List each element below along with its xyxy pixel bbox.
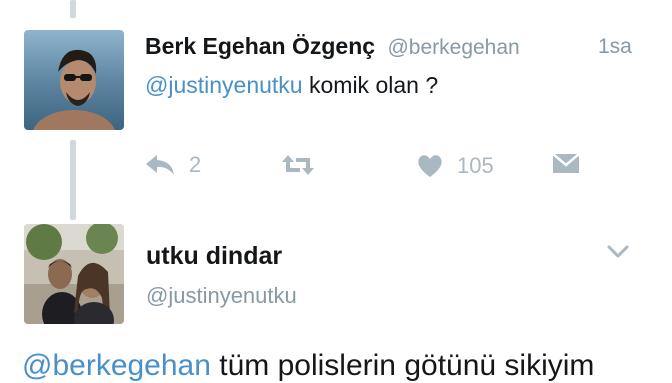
- tweet-body: tüm polislerin götünü sikiyim: [210, 349, 595, 382]
- thread-line-middle: [70, 140, 76, 220]
- reply-button[interactable]: 2: [145, 152, 201, 178]
- heart-icon: [417, 154, 443, 178]
- user-handle[interactable]: @berkegehan: [387, 36, 519, 59]
- avatar[interactable]: [24, 224, 124, 324]
- tweet-text: @justinyenutku komik olan ?: [145, 72, 438, 99]
- display-name[interactable]: utku dindar: [146, 242, 282, 271]
- reply-icon: [145, 153, 175, 177]
- display-name[interactable]: Berk Egehan Özgenç: [145, 33, 375, 59]
- envelope-icon: [552, 152, 580, 174]
- thread-line-top: [70, 0, 76, 18]
- user-handle[interactable]: @justinyenutku: [146, 283, 297, 309]
- like-button[interactable]: 105: [417, 153, 494, 179]
- tweet-body: komik olan ?: [302, 72, 439, 98]
- reply-count: 2: [189, 152, 202, 177]
- tweet-timestamp[interactable]: 1sa: [598, 35, 632, 59]
- chevron-down-icon[interactable]: [606, 244, 630, 265]
- like-count: 105: [457, 153, 494, 178]
- mention-link[interactable]: @berkegehan: [22, 349, 211, 382]
- avatar[interactable]: [24, 30, 124, 130]
- retweet-icon: [280, 152, 316, 178]
- direct-message-button[interactable]: [552, 152, 580, 174]
- retweet-button[interactable]: [280, 152, 316, 178]
- mention-link[interactable]: @justinyenutku: [145, 72, 303, 98]
